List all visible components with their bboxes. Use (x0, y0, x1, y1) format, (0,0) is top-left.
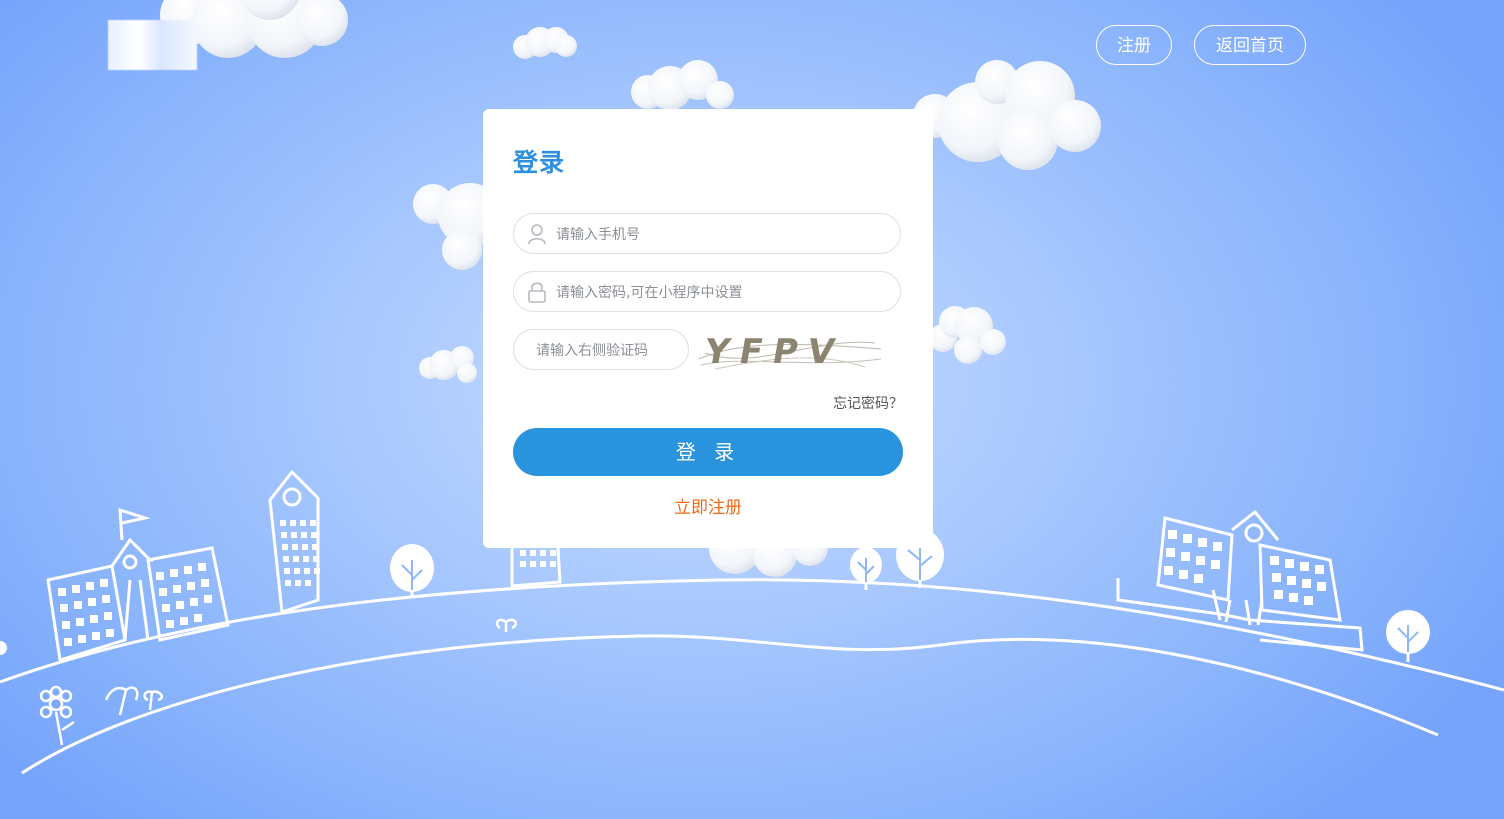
login-submit-button[interactable]: 登 录 (513, 428, 903, 476)
windows-left (58, 520, 556, 646)
captcha-field (513, 329, 689, 371)
register-now-link[interactable]: 立即注册 (483, 493, 933, 518)
phone-field (513, 213, 901, 255)
password-field (513, 271, 901, 313)
cloud-small-top (513, 27, 577, 59)
windows-right (1164, 530, 1326, 605)
cloud-above-card (631, 60, 734, 110)
phone-input[interactable] (554, 214, 888, 255)
password-input[interactable] (554, 272, 888, 313)
login-card: 登录 YFPV 忘记密码？ 登 录 立即注册 (483, 109, 933, 548)
cloud-large-right (913, 60, 1101, 170)
captcha-input[interactable] (534, 330, 688, 371)
cloud-small-right (929, 306, 1006, 364)
lock-icon (528, 282, 546, 303)
site-logo[interactable] (108, 20, 197, 70)
register-button[interactable]: 注册 (1096, 25, 1172, 65)
user-icon (528, 224, 546, 245)
captcha-text: YFPV (700, 332, 847, 372)
captcha-image[interactable]: YFPV (695, 329, 885, 375)
forgot-password-link[interactable]: 忘记密码？ (833, 393, 903, 413)
back-home-button[interactable]: 返回首页 (1194, 25, 1306, 65)
cloud-small-left (419, 346, 477, 383)
login-title: 登录 (513, 148, 566, 177)
left-edge-circle (0, 641, 7, 655)
